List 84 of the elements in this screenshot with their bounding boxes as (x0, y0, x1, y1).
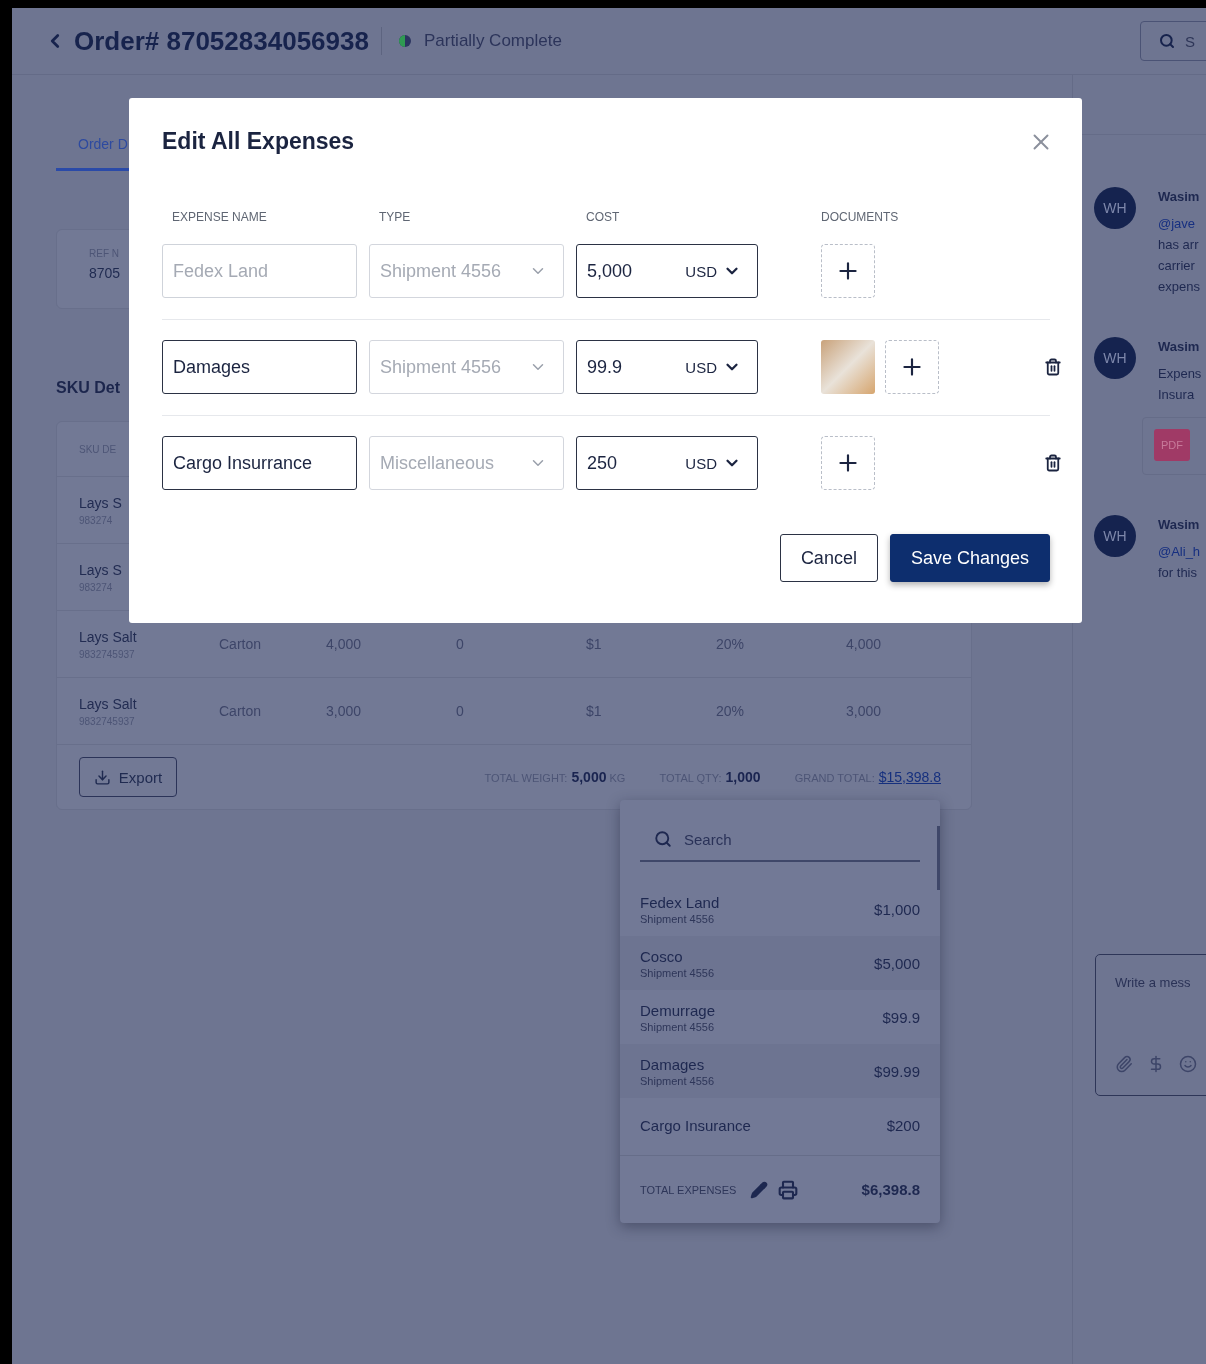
add-document-button[interactable] (821, 436, 875, 490)
message-field[interactable]: Write a mess (1095, 954, 1206, 1096)
message-text: carrier (1158, 257, 1196, 275)
total-label: TOTAL EXPENSES (640, 1183, 737, 1196)
cost-field[interactable]: 250 USD (576, 436, 758, 490)
currency-select[interactable]: USD (685, 262, 741, 280)
export-button[interactable]: Export (79, 757, 177, 797)
search-field[interactable]: Search (640, 818, 920, 862)
pencil-icon[interactable] (750, 1180, 769, 1199)
expense-name: Demurrage (640, 1001, 716, 1019)
order-title: Order# 87052834056938 (74, 25, 369, 57)
product-name: Lays S (79, 494, 123, 511)
column-header: DOCUMENTS (820, 210, 900, 224)
message-text: has arr (1158, 236, 1200, 254)
expense-amount: $200 (886, 1116, 920, 1134)
section-title: SKU Det (56, 379, 121, 397)
expense-name: Cosco (640, 947, 684, 965)
expense-item[interactable]: Cargo Insurance $200 (620, 1098, 940, 1152)
search-input[interactable]: Search (684, 830, 834, 848)
delete-button[interactable] (1044, 358, 1062, 376)
save-button[interactable]: Save Changes (889, 534, 1050, 582)
expense-shipment: Shipment 4556 (640, 1074, 714, 1087)
mention-link[interactable]: @jave (1158, 213, 1200, 234)
currency-select[interactable]: USD (685, 454, 741, 472)
message-input[interactable]: Write a mess (1115, 975, 1206, 999)
type-select[interactable]: Shipment 4556 (369, 244, 564, 298)
message-text: Expens (1158, 365, 1203, 383)
expense-item[interactable]: Damages Shipment 4556 $99.99 (620, 1044, 940, 1098)
expense-name-field[interactable]: Cargo Insurrance (162, 436, 357, 490)
smile-icon[interactable] (1179, 1055, 1197, 1073)
avatar: WH (1094, 515, 1136, 557)
expense-amount: $99.9 (882, 1008, 920, 1026)
expense-shipment: Shipment 4556 (640, 966, 714, 979)
column-header: COST (586, 210, 621, 224)
expense-item[interactable]: Demurrage Shipment 4556 $99.9 (620, 990, 940, 1044)
pdf-badge: PDF (1154, 429, 1190, 461)
avatar: WH (1094, 187, 1136, 229)
author-name: Wasim (1158, 517, 1201, 532)
expense-item[interactable]: Cosco Shipment 4556 $5,000 (620, 936, 940, 990)
mention-link[interactable]: @Ali_h (1158, 541, 1201, 562)
avatar: WH (1094, 337, 1136, 379)
order-status: Partially Complete (423, 31, 562, 51)
column-header: EXPENSE NAME (172, 210, 268, 224)
expense-shipment: Shipment 4556 (640, 912, 715, 925)
expense-item[interactable]: Fedex Land Shipment 4556 $1,000 (620, 882, 940, 936)
message-text: expens (1158, 278, 1200, 296)
author-name: Wasim (1158, 189, 1200, 204)
search-icon (654, 830, 672, 848)
total-amount: $6,398.8 (861, 1181, 920, 1198)
printer-icon[interactable] (778, 1179, 799, 1200)
type-select[interactable]: Miscellaneous (369, 436, 564, 490)
search-icon (1159, 33, 1175, 49)
paperclip-icon[interactable] (1115, 1055, 1133, 1073)
half-circle-icon (397, 34, 412, 48)
expense-name: Cargo Insurance (640, 1116, 751, 1134)
expense-amount: $99.99 (874, 1062, 920, 1080)
ref-value: 8705 (89, 265, 121, 281)
grand-total-link[interactable]: $15,398.8 (878, 769, 941, 785)
expense-name: Damages (640, 1055, 706, 1073)
expense-shipment: Shipment 4556 (640, 1020, 715, 1033)
message-text: Insura (1158, 386, 1196, 404)
product-name: Lays Salt (79, 628, 138, 645)
message-text: for this (1158, 564, 1198, 582)
delete-button[interactable] (1044, 454, 1062, 472)
search-field[interactable]: S (1140, 21, 1206, 61)
expense-amount: $5,000 (874, 954, 920, 972)
attachment-card[interactable]: PDF (1142, 417, 1206, 475)
cancel-button[interactable]: Cancel (779, 534, 878, 582)
expense-name-field[interactable]: Damages (162, 340, 357, 394)
dialog-title: Edit All Expenses (162, 128, 355, 155)
add-document-button[interactable] (821, 244, 875, 298)
cost-field[interactable]: 5,000 USD (576, 244, 758, 298)
author-name: Wasim (1158, 339, 1201, 354)
expense-name: Fedex Land (640, 893, 720, 911)
expense-amount: $1,000 (874, 900, 920, 918)
product-name: Lays Salt (79, 695, 138, 712)
cost-field[interactable]: 99.9 USD (576, 340, 758, 394)
product-name: Lays S (79, 561, 123, 578)
type-select[interactable]: Shipment 4556 (369, 340, 564, 394)
add-document-button[interactable] (885, 340, 939, 394)
search-input[interactable]: S (1185, 32, 1206, 50)
download-icon (93, 768, 111, 786)
column-header: TYPE (379, 210, 412, 224)
currency-select[interactable]: USD (685, 358, 741, 376)
